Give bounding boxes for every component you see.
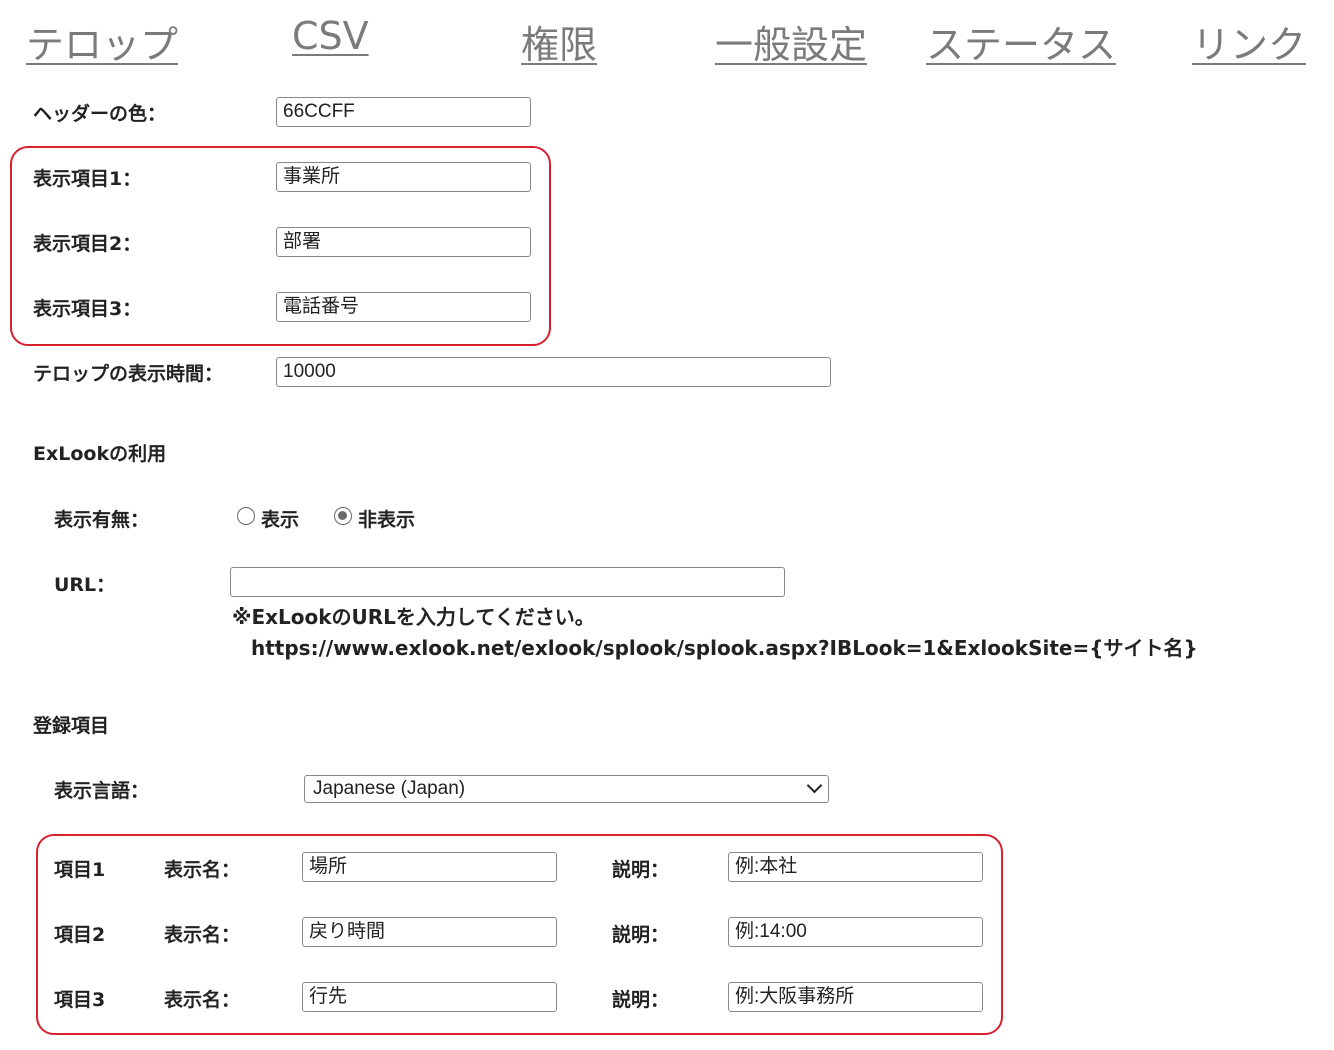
exlook-show-label: 表示有無：	[54, 509, 150, 531]
exlook-url-input[interactable]	[230, 567, 785, 597]
registration-section-title: 登録項目	[33, 715, 110, 737]
display-item-2-label: 表示項目2：	[33, 233, 142, 255]
reg-item-2-label: 項目2	[54, 924, 106, 946]
exlook-section-title: ExLookの利用	[33, 443, 167, 465]
reg-item-3-label: 項目3	[54, 989, 106, 1011]
reg-item-1-label: 項目1	[54, 859, 106, 881]
reg-item-1-desc-label: 説明：	[612, 859, 670, 881]
display-item-2-input[interactable]: 部署	[276, 227, 531, 257]
reg-item-2-desc-input[interactable]: 例:14:00	[728, 917, 983, 947]
reg-item-3-name-label: 表示名：	[164, 989, 241, 1011]
nav-tab-general-settings[interactable]: 一般設定	[715, 14, 867, 69]
display-item-3-input[interactable]: 電話番号	[276, 292, 531, 322]
reg-item-2-name-label: 表示名：	[164, 924, 241, 946]
language-label: 表示言語：	[54, 780, 150, 802]
reg-item-2-desc-label: 説明：	[612, 924, 670, 946]
reg-item-3-name-input[interactable]: 行先	[302, 982, 557, 1012]
header-color-label: ヘッダーの色：	[33, 103, 167, 125]
radio-show-label[interactable]: 表示	[261, 505, 299, 532]
reg-item-1-desc-input[interactable]: 例:本社	[728, 852, 983, 882]
telop-time-input[interactable]: 10000	[276, 357, 831, 387]
radio-show[interactable]	[237, 507, 255, 525]
display-item-1-label: 表示項目1：	[33, 168, 142, 190]
reg-item-3-desc-label: 説明：	[612, 989, 670, 1011]
nav-tab-link[interactable]: リンク	[1192, 14, 1306, 69]
exlook-url-label: URL：	[54, 574, 116, 596]
display-item-3-label: 表示項目3：	[33, 298, 142, 320]
radio-hide[interactable]	[334, 507, 352, 525]
nav-tab-telop[interactable]: テロップ	[26, 14, 178, 69]
reg-item-3-desc-input[interactable]: 例:大阪事務所	[728, 982, 983, 1012]
exlook-url-note: ※ExLookのURLを入力してください。	[232, 605, 595, 629]
radio-hide-label[interactable]: 非表示	[358, 505, 415, 532]
telop-time-label: テロップの表示時間：	[33, 363, 224, 385]
reg-item-1-name-label: 表示名：	[164, 859, 241, 881]
reg-item-1-name-input[interactable]: 場所	[302, 852, 557, 882]
nav-tab-permissions[interactable]: 権限	[521, 14, 597, 69]
nav-tab-status[interactable]: ステータス	[926, 14, 1116, 69]
language-select[interactable]: Japanese (Japan)	[304, 775, 829, 803]
language-select-value: Japanese (Japan)	[313, 778, 466, 799]
chevron-down-icon	[806, 777, 823, 794]
header-color-input[interactable]: 66CCFF	[276, 97, 531, 127]
display-item-1-input[interactable]: 事業所	[276, 162, 531, 192]
nav-tab-csv[interactable]: CSV	[292, 14, 369, 58]
reg-item-2-name-input[interactable]: 戻り時間	[302, 917, 557, 947]
exlook-url-example: https://www.exlook.net/exlook/splook/spl…	[251, 636, 1198, 660]
